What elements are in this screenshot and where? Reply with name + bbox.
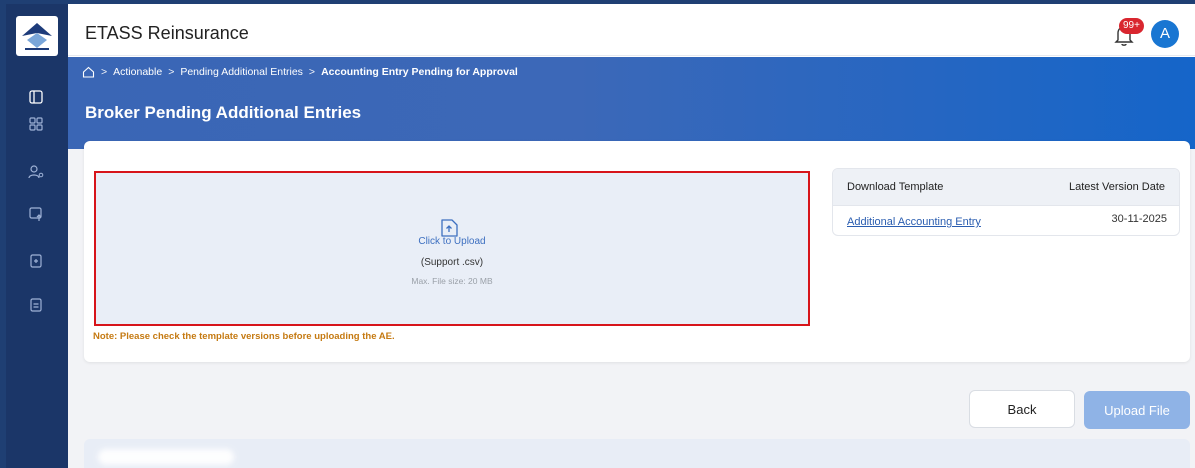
upload-screen-icon[interactable] [27, 205, 45, 223]
notification-count-badge: 99+ [1119, 18, 1144, 34]
document-list-icon[interactable] [27, 296, 45, 314]
page-title: Broker Pending Additional Entries [85, 103, 362, 122]
supported-format-text: (Support .csv) [420, 257, 484, 268]
bottom-card [84, 439, 1190, 468]
upload-file-button[interactable]: Upload File [1084, 391, 1190, 429]
back-button[interactable]: Back [969, 390, 1075, 428]
column-header-download-template: Download Template [847, 181, 944, 193]
chevron-right-icon: > [168, 66, 175, 78]
template-version-note: Note: Please check the template versions… [93, 331, 395, 342]
sidebar [6, 4, 68, 468]
template-table-header: Download Template Latest Version Date [833, 169, 1179, 206]
dashboard-grid-icon[interactable] [27, 115, 45, 133]
sidebar-toggle-icon[interactable] [27, 88, 45, 106]
max-file-size-text: Max. File size: 20 MB [411, 276, 493, 286]
breadcrumb: > Actionable > Pending Additional Entrie… [82, 64, 518, 80]
file-upload-dropzone[interactable]: Click to Upload (Support .csv) Max. File… [94, 171, 810, 326]
company-logo[interactable] [16, 16, 58, 56]
template-table: Download Template Latest Version Date Ad… [832, 168, 1180, 236]
chevron-right-icon: > [308, 66, 316, 78]
breadcrumb-item-actionable[interactable]: Actionable [113, 66, 162, 78]
click-to-upload-label[interactable]: Click to Upload [96, 236, 808, 247]
breadcrumb-item-current: Accounting Entry Pending for Approval [321, 66, 518, 78]
top-bar: ETASS Reinsurance 99+ A [68, 4, 1195, 56]
user-avatar[interactable]: A [1151, 20, 1179, 48]
column-header-latest-version-date: Latest Version Date [1068, 181, 1165, 193]
page-banner: > Actionable > Pending Additional Entrie… [68, 57, 1195, 149]
home-icon[interactable] [82, 66, 95, 78]
chevron-right-icon: > [101, 66, 108, 78]
breadcrumb-item-pending-additional-entries[interactable]: Pending Additional Entries [180, 66, 303, 78]
upload-card: Click to Upload (Support .csv) Max. File… [84, 141, 1190, 362]
redacted-content [98, 449, 234, 465]
template-version-date: 30-11-2025 [1111, 213, 1167, 225]
user-settings-icon[interactable] [27, 163, 45, 181]
app-title: ETASS Reinsurance [85, 23, 249, 43]
add-document-icon[interactable] [27, 252, 45, 270]
additional-accounting-entry-link[interactable]: Additional Accounting Entry [847, 216, 981, 228]
